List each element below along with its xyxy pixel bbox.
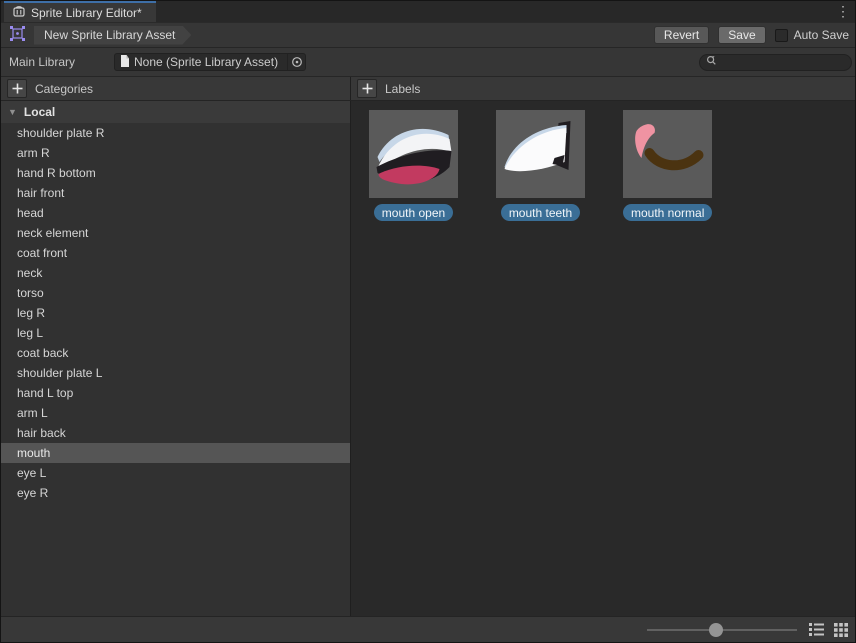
category-item[interactable]: arm L: [1, 403, 350, 423]
sprite-library-editor-window: Sprite Library Editor* ⋮ New Sprite Libr…: [0, 0, 856, 643]
main-library-row: Main Library None (Sprite Library Asset): [1, 48, 855, 77]
categories-header: Categories: [1, 77, 351, 100]
label-badge[interactable]: mouth teeth: [501, 204, 580, 221]
search-icon: [706, 55, 718, 70]
sprite-thumbnail-mouth-open[interactable]: [369, 110, 458, 198]
category-item[interactable]: torso: [1, 283, 350, 303]
main-library-object-field[interactable]: None (Sprite Library Asset): [114, 53, 306, 71]
category-item[interactable]: hair back: [1, 423, 350, 443]
category-item[interactable]: hair front: [1, 183, 350, 203]
label-badge[interactable]: mouth open: [374, 204, 453, 221]
panel-headers: Categories Labels: [1, 77, 855, 101]
auto-save-checkbox[interactable]: [775, 29, 788, 42]
local-foldout[interactable]: ▼ Local: [1, 101, 350, 123]
category-item[interactable]: neck element: [1, 223, 350, 243]
label-badge[interactable]: mouth normal: [623, 204, 712, 221]
slider-handle[interactable]: [709, 623, 723, 637]
local-group-label: Local: [24, 105, 55, 119]
tab-title: Sprite Library Editor*: [31, 6, 142, 20]
category-item[interactable]: shoulder plate L: [1, 363, 350, 383]
category-item[interactable]: coat front: [1, 243, 350, 263]
category-item-selected[interactable]: mouth: [1, 443, 350, 463]
add-category-button[interactable]: [7, 79, 27, 98]
object-field-value: None (Sprite Library Asset): [134, 55, 283, 69]
category-item[interactable]: eye L: [1, 463, 350, 483]
object-picker-icon[interactable]: [287, 54, 305, 70]
category-item[interactable]: eye R: [1, 483, 350, 503]
category-item[interactable]: neck: [1, 263, 350, 283]
breadcrumb-item[interactable]: New Sprite Library Asset: [34, 26, 191, 45]
category-item[interactable]: hand L top: [1, 383, 350, 403]
save-button[interactable]: Save: [718, 26, 765, 44]
category-item[interactable]: arm R: [1, 143, 350, 163]
search-input[interactable]: [721, 56, 843, 68]
list-view-icon[interactable]: [808, 621, 825, 638]
category-item[interactable]: shoulder plate R: [1, 123, 350, 143]
foldout-triangle-icon: ▼: [8, 107, 17, 117]
label-cell: mouth teeth: [496, 110, 585, 221]
grid-view-icon[interactable]: [832, 621, 849, 638]
sprite-thumbnail-mouth-teeth[interactable]: [496, 110, 585, 198]
categories-header-label: Categories: [35, 82, 93, 96]
sprite-thumbnail-mouth-normal[interactable]: [623, 110, 712, 198]
editor-body: ▼ Local shoulder plate R arm R hand R bo…: [1, 101, 855, 616]
tab-bar: Sprite Library Editor* ⋮: [1, 1, 855, 23]
category-item[interactable]: leg R: [1, 303, 350, 323]
label-cell: mouth open: [369, 110, 458, 221]
thumbnail-size-slider[interactable]: [647, 623, 797, 637]
label-cell: mouth normal: [623, 110, 712, 221]
kebab-menu-icon[interactable]: ⋮: [831, 1, 855, 22]
category-item[interactable]: hand R bottom: [1, 163, 350, 183]
footer-bar: [1, 616, 855, 642]
labels-panel: mouth open mouth teeth: [351, 101, 855, 616]
category-item[interactable]: leg L: [1, 323, 350, 343]
categories-panel: ▼ Local shoulder plate R arm R hand R bo…: [1, 101, 351, 616]
category-item[interactable]: head: [1, 203, 350, 223]
search-field[interactable]: [699, 54, 852, 71]
labels-header: Labels: [351, 77, 855, 100]
revert-button[interactable]: Revert: [654, 26, 709, 44]
main-library-label: Main Library: [9, 55, 114, 69]
toolbar: New Sprite Library Asset Revert Save Aut…: [1, 23, 855, 48]
labels-header-label: Labels: [385, 82, 420, 96]
sprite-library-asset-icon: [9, 25, 26, 45]
category-item[interactable]: coat back: [1, 343, 350, 363]
add-label-button[interactable]: [357, 79, 377, 98]
sprite-library-editor-icon: [12, 4, 26, 21]
tab-sprite-library-editor[interactable]: Sprite Library Editor*: [4, 1, 156, 22]
document-icon: [120, 55, 130, 70]
auto-save-label: Auto Save: [794, 28, 849, 42]
